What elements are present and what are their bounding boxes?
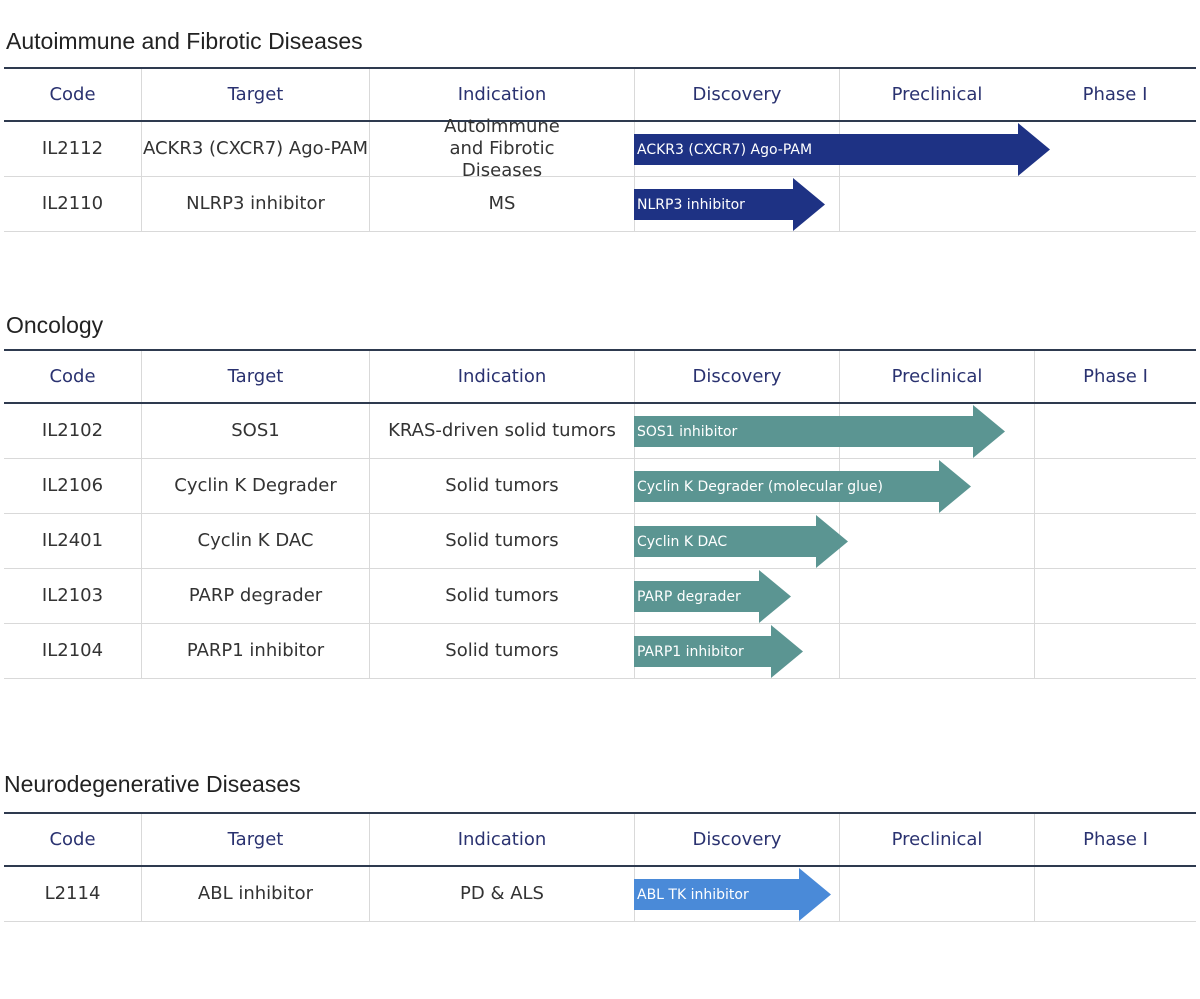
- header-indication: Indication: [369, 351, 634, 402]
- row-target: ABL inhibitor: [141, 867, 369, 921]
- header-target: Target: [141, 69, 369, 120]
- progress-arrow: ABL TK inhibitor: [634, 868, 831, 921]
- row-indication: Autoimmune and Fibrotic Diseases: [369, 116, 634, 181]
- arrow-label: NLRP3 inhibitor: [637, 196, 745, 213]
- row-preclinical-cell: [839, 867, 1034, 921]
- progress-arrow: ACKR3 (CXCR7) Ago-PAM: [634, 123, 1050, 176]
- row-code: IL2106: [41, 475, 104, 496]
- row-phase1-cell: [1034, 514, 1196, 568]
- row-code: IL2104: [41, 640, 104, 661]
- table-row: IL2106 Cyclin K Degrader Solid tumors Cy…: [4, 459, 1196, 514]
- row-indication: Solid tumors: [369, 624, 634, 678]
- row-phase1-cell: [1034, 867, 1196, 921]
- row-indication: Solid tumors: [369, 514, 634, 568]
- row-target: SOS1: [141, 404, 369, 458]
- table-header: Code Target Indication Discovery Preclin…: [4, 349, 1196, 404]
- arrow-label: PARP degrader: [637, 588, 741, 605]
- table-row: L2114 ABL inhibitor PD & ALS ABL TK inhi…: [4, 867, 1196, 922]
- row-code: IL2401: [41, 530, 104, 551]
- row-phase1-cell: [1034, 404, 1196, 458]
- header-code: Code: [49, 366, 96, 387]
- row-code: L2114: [44, 883, 101, 904]
- table-row: IL2401 Cyclin K DAC Solid tumors Cyclin …: [4, 514, 1196, 569]
- header-preclinical: Preclinical: [839, 814, 1034, 865]
- pipeline-table-neuro: Code Target Indication Discovery Preclin…: [4, 812, 1196, 922]
- row-preclinical-cell: [839, 514, 1034, 568]
- row-code: IL2112: [41, 138, 104, 159]
- progress-arrow: NLRP3 inhibitor: [634, 178, 825, 231]
- arrow-label: SOS1 inhibitor: [637, 423, 738, 440]
- progress-arrow: SOS1 inhibitor: [634, 405, 1005, 458]
- header-phase1: Phase I: [1034, 351, 1196, 402]
- table-row: IL2103 PARP degrader Solid tumors PARP d…: [4, 569, 1196, 624]
- header-preclinical: Preclinical: [839, 351, 1034, 402]
- header-preclinical: Preclinical: [839, 69, 1034, 120]
- section-title-oncology: Oncology: [6, 312, 104, 338]
- arrow-label: Cyclin K DAC: [637, 533, 728, 550]
- header-discovery: Discovery: [634, 69, 839, 120]
- pipeline-table-autoimmune: Code Target Indication Discovery Preclin…: [4, 67, 1196, 232]
- table-row: IL2104 PARP1 inhibitor Solid tumors PARP…: [4, 624, 1196, 679]
- row-preclinical-cell: [839, 569, 1034, 623]
- row-indication: KRAS-driven solid tumors: [369, 404, 634, 458]
- section-title-autoimmune: Autoimmune and Fibrotic Diseases: [6, 28, 363, 54]
- row-code: IL2110: [41, 193, 104, 214]
- row-indication: Solid tumors: [369, 569, 634, 623]
- pipeline-table-oncology: Code Target Indication Discovery Preclin…: [4, 349, 1196, 679]
- header-target: Target: [141, 351, 369, 402]
- header-phase1: Phase I: [1034, 814, 1196, 865]
- table-row: IL2102 SOS1 KRAS-driven solid tumors SOS…: [4, 404, 1196, 459]
- row-indication: Solid tumors: [369, 459, 634, 513]
- row-target: PARP degrader: [141, 569, 369, 623]
- header-code: Code: [49, 829, 96, 850]
- row-preclinical-cell: [839, 624, 1034, 678]
- table-header: Code Target Indication Discovery Preclin…: [4, 812, 1196, 867]
- row-code: IL2103: [41, 585, 104, 606]
- table-header: Code Target Indication Discovery Preclin…: [4, 67, 1196, 122]
- header-discovery: Discovery: [634, 814, 839, 865]
- progress-arrow: Cyclin K DAC: [634, 515, 848, 568]
- row-preclinical-cell: [839, 177, 1034, 231]
- header-code: Code: [49, 84, 96, 105]
- row-phase1-cell: [1034, 569, 1196, 623]
- header-indication: Indication: [369, 69, 634, 120]
- header-target: Target: [141, 814, 369, 865]
- section-title-neuro: Neurodegenerative Diseases: [4, 771, 301, 797]
- arrow-label: PARP1 inhibitor: [637, 643, 744, 660]
- row-target: ACKR3 (CXCR7) Ago-PAM: [141, 122, 369, 176]
- row-phase1-cell: [1034, 624, 1196, 678]
- arrow-label: ABL TK inhibitor: [637, 886, 749, 903]
- progress-arrow: PARP degrader: [634, 570, 791, 623]
- row-target: Cyclin K DAC: [141, 514, 369, 568]
- header-discovery: Discovery: [634, 351, 839, 402]
- table-row: IL2110 NLRP3 inhibitor MS NLRP3 inhibito…: [4, 177, 1196, 232]
- row-indication: MS: [369, 177, 634, 231]
- row-target: PARP1 inhibitor: [141, 624, 369, 678]
- progress-arrow: Cyclin K Degrader (molecular glue): [634, 460, 971, 513]
- row-phase1-cell: [1034, 459, 1196, 513]
- arrow-label: ACKR3 (CXCR7) Ago-PAM: [637, 141, 813, 158]
- table-row: IL2112 ACKR3 (CXCR7) Ago-PAM Autoimmune …: [4, 116, 1196, 181]
- header-phase1: Phase I: [1082, 84, 1148, 105]
- row-target: NLRP3 inhibitor: [141, 177, 369, 231]
- header-indication: Indication: [369, 814, 634, 865]
- arrow-label: Cyclin K Degrader (molecular glue): [637, 478, 883, 495]
- progress-arrow: PARP1 inhibitor: [634, 625, 803, 678]
- row-target: Cyclin K Degrader: [141, 459, 369, 513]
- row-code: IL2102: [41, 420, 104, 441]
- row-indication: PD & ALS: [369, 867, 634, 921]
